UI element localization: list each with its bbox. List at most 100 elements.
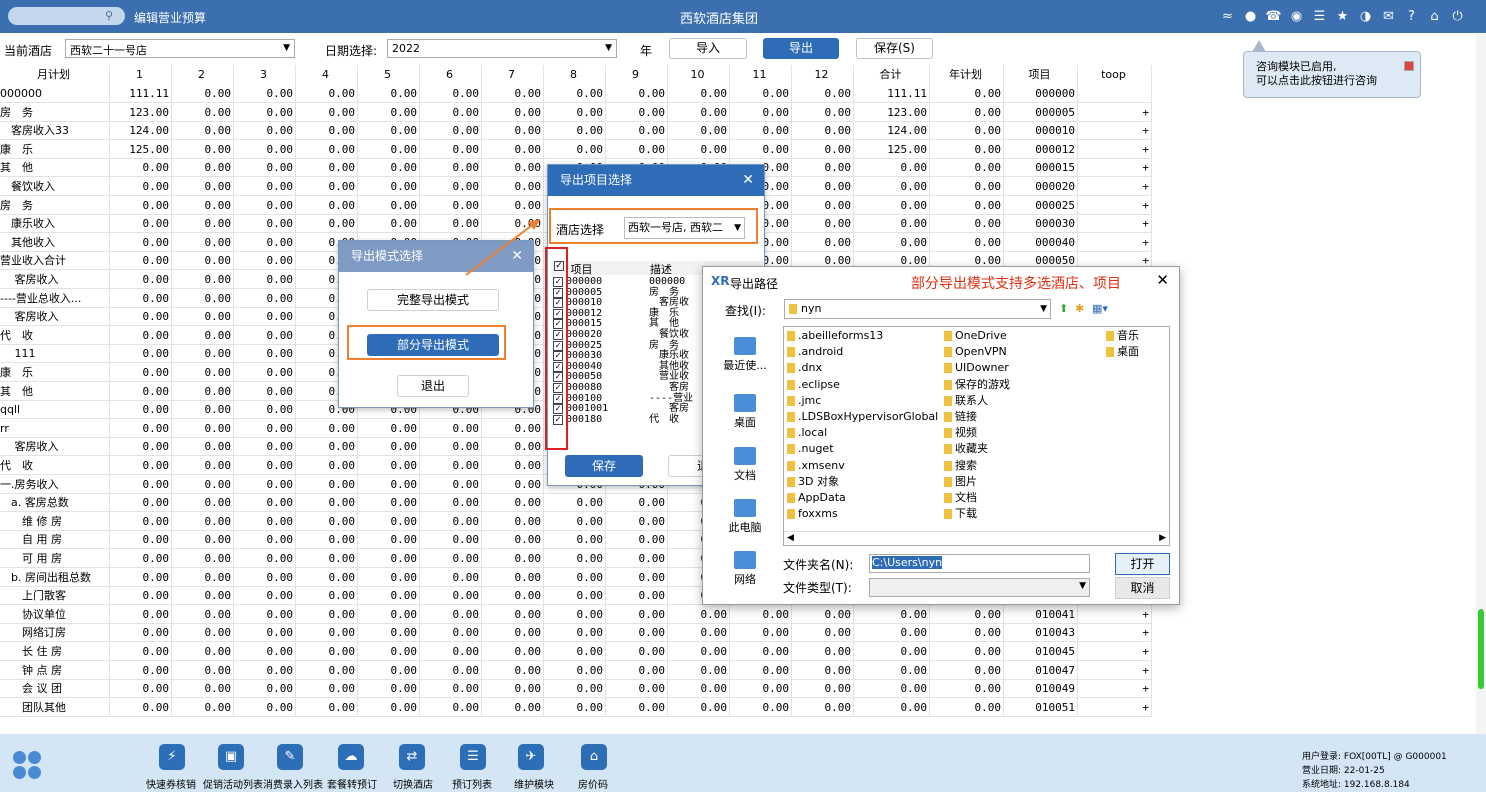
value-cell[interactable]: 0.00 (854, 158, 930, 178)
value-cell[interactable]: 0.00 (110, 214, 172, 234)
star-icon[interactable]: ★ (1334, 8, 1351, 25)
value-cell[interactable]: 0.00 (544, 549, 606, 568)
switch-hotel-icon[interactable]: ⇄ (399, 744, 425, 770)
value-cell[interactable]: 0.00 (110, 493, 172, 513)
value-cell[interactable]: 0.00 (358, 604, 420, 624)
value-cell[interactable]: 0.00 (358, 195, 420, 215)
value-cell[interactable]: 0.00 (730, 660, 792, 680)
value-cell[interactable]: 0.00 (172, 102, 234, 122)
help-icon[interactable]: ? (1403, 8, 1420, 25)
value-cell[interactable]: 0.00 (420, 121, 482, 141)
value-cell[interactable]: 0.00 (296, 139, 358, 159)
value-cell[interactable]: 0.00 (420, 195, 482, 215)
dock-label[interactable]: 房价码 (578, 776, 608, 791)
file-item[interactable]: .dnx (787, 360, 938, 376)
value-cell[interactable]: 0.00 (172, 530, 234, 550)
value-cell[interactable]: 0.00 (110, 586, 172, 606)
promotion-icon[interactable]: ▣ (218, 744, 244, 770)
file-item[interactable]: UIDowner (944, 360, 1010, 376)
value-cell[interactable]: 0.00 (234, 530, 296, 550)
table-row[interactable]: 长 住 房 0.00 0.00 0.00 0.00 0.00 0.00 0.00 0.00 0.0… (0, 642, 1152, 661)
value-cell[interactable]: 0.00 (854, 642, 930, 661)
value-cell[interactable]: 0.00 (358, 84, 420, 103)
value-cell[interactable]: 0.00 (482, 195, 544, 215)
value-cell[interactable]: 0.00 (358, 177, 420, 196)
value-cell[interactable]: 0.00 (296, 474, 358, 494)
value-cell[interactable]: 0.00 (792, 679, 854, 699)
flash-icon[interactable]: ⚡ (159, 744, 185, 770)
file-item[interactable]: foxxms (787, 506, 938, 522)
app-logo[interactable] (13, 751, 42, 780)
value-cell[interactable]: 0.00 (358, 549, 420, 568)
column-header[interactable]: 3 (234, 65, 296, 84)
dock-label[interactable]: 消费录入列表 (263, 776, 323, 791)
maintenance-icon[interactable]: ✈ (518, 744, 544, 770)
search-box[interactable]: ⚲ (8, 7, 125, 25)
value-cell[interactable]: 0.00 (110, 270, 172, 289)
value-cell[interactable]: 0.00 (234, 270, 296, 289)
value-cell[interactable]: 0.00 (482, 511, 544, 531)
value-cell[interactable]: 0.00 (172, 121, 234, 141)
value-cell[interactable]: 0.00 (792, 158, 854, 178)
value-cell[interactable]: 0.00 (296, 121, 358, 141)
value-cell[interactable]: 0.00 (358, 586, 420, 606)
value-cell[interactable]: 0.00 (296, 642, 358, 661)
value-cell[interactable]: 0.00 (668, 679, 730, 699)
value-cell[interactable]: 0.00 (110, 604, 172, 624)
value-cell[interactable]: 0.00 (110, 232, 172, 252)
chevron-right-icon[interactable]: ▶ (1159, 533, 1166, 543)
value-cell[interactable]: 0.00 (110, 177, 172, 196)
toop-cell[interactable] (1078, 84, 1152, 103)
consume-icon[interactable]: ✎ (277, 744, 303, 770)
value-cell[interactable]: 0.00 (172, 679, 234, 699)
value-cell[interactable]: 0.00 (930, 84, 1004, 103)
file-item[interactable]: 3D 对象 (787, 474, 938, 490)
value-cell[interactable]: 0.00 (234, 697, 296, 717)
value-cell[interactable]: 0.00 (482, 456, 544, 475)
folder-name-input[interactable]: C:\Users\nyn (869, 554, 1090, 573)
value-cell[interactable]: 0.00 (606, 697, 668, 717)
value-cell[interactable]: 125.00 (110, 139, 172, 159)
value-cell[interactable]: 0.00 (930, 139, 1004, 159)
value-cell[interactable]: 0.00 (110, 418, 172, 438)
value-cell[interactable]: 0.00 (172, 195, 234, 215)
item-code[interactable]: 000030 (1004, 214, 1078, 234)
value-cell[interactable]: 0.00 (234, 511, 296, 531)
value-cell[interactable]: 0.00 (606, 121, 668, 141)
value-cell[interactable]: 0.00 (358, 456, 420, 475)
dock-label[interactable]: 促销活动列表 (203, 776, 263, 791)
cancel-button[interactable]: 取消 (1115, 577, 1170, 599)
file-type-select[interactable]: ▼ (869, 578, 1090, 597)
value-cell[interactable]: 0.00 (172, 549, 234, 568)
item-code[interactable]: 000010 (1004, 121, 1078, 141)
value-cell[interactable]: 123.00 (854, 102, 930, 122)
value-cell[interactable]: 0.00 (296, 158, 358, 178)
column-header[interactable]: 合计 (854, 65, 930, 84)
value-cell[interactable]: 0.00 (358, 679, 420, 699)
value-cell[interactable]: 0.00 (792, 139, 854, 159)
value-cell[interactable]: 0.00 (234, 158, 296, 178)
table-row[interactable]: 会 议 团 0.00 0.00 0.00 0.00 0.00 0.00 0.00 0.00 0.0… (0, 679, 1152, 699)
value-cell[interactable]: 0.00 (420, 437, 482, 457)
value-cell[interactable]: 0.00 (234, 307, 296, 327)
table-row[interactable]: 房 务 123.00 0.00 0.00 0.00 0.00 0.00 0.00 0.00 0.0… (0, 102, 1152, 122)
value-cell[interactable]: 0.00 (930, 697, 1004, 717)
item-code[interactable]: 010045 (1004, 642, 1078, 661)
value-cell[interactable]: 0.00 (172, 511, 234, 531)
toop-cell[interactable]: + (1078, 139, 1152, 159)
value-cell[interactable]: 0.00 (296, 214, 358, 234)
value-cell[interactable]: 0.00 (606, 102, 668, 122)
value-cell[interactable]: 0.00 (172, 381, 234, 401)
value-cell[interactable]: 0.00 (606, 511, 668, 531)
save-button[interactable]: 保存(S) (856, 38, 933, 59)
value-cell[interactable]: 0.00 (296, 437, 358, 457)
value-cell[interactable]: 0.00 (110, 363, 172, 382)
value-cell[interactable]: 0.00 (234, 660, 296, 680)
close-icon[interactable]: ✕ (511, 241, 523, 272)
value-cell[interactable]: 0.00 (234, 195, 296, 215)
value-cell[interactable]: 0.00 (544, 121, 606, 141)
value-cell[interactable]: 0.00 (420, 84, 482, 103)
value-cell[interactable]: 0.00 (792, 121, 854, 141)
value-cell[interactable]: 0.00 (358, 418, 420, 438)
search-icon[interactable]: ⚲ (105, 9, 113, 22)
